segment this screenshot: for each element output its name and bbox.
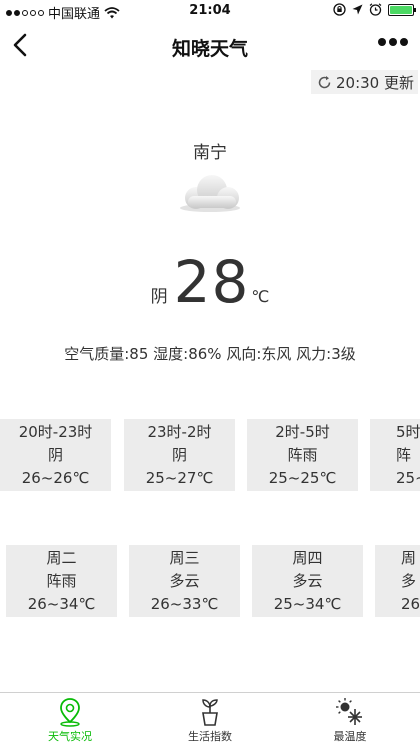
- current-condition: 阴: [150, 287, 168, 307]
- daily-range: 26: [401, 595, 420, 613]
- daily-card: 周三 多云 26~33℃: [129, 545, 240, 617]
- hourly-condition: 阵雨: [287, 446, 318, 464]
- hourly-time: 20时-23时: [18, 423, 93, 441]
- daily-day: 周四: [292, 549, 323, 567]
- nav-bar: 知晓天气: [0, 22, 420, 68]
- tab-label: 最温度: [333, 730, 367, 743]
- daily-forecast[interactable]: 周二 阵雨 26~34℃ 周三 多云 26~33℃ 周四 多云 25~34℃ 周…: [0, 545, 420, 617]
- page-title: 知晓天气: [171, 38, 248, 60]
- weather-details: 空气质量:85 湿度:86% 风向:东风 风力:3级: [64, 345, 356, 363]
- daily-card: 周四 多云 25~34℃: [252, 545, 363, 617]
- hourly-card: 5时 阵 25~: [370, 419, 420, 491]
- location-pin-icon: [60, 698, 80, 727]
- update-time-label: 20:30 更新: [336, 73, 414, 92]
- temperature-value: 28: [173, 248, 250, 316]
- tab-bar: 天气实况 生活指数 最温度: [0, 692, 420, 747]
- hourly-time: 23时-2时: [147, 423, 212, 441]
- rotation-lock-icon: [333, 3, 346, 16]
- daily-day: 周: [401, 549, 417, 567]
- plant-pot-icon: [202, 699, 218, 726]
- battery-icon: [388, 3, 416, 16]
- hourly-card: 2时-5时 阵雨 25~25℃: [247, 419, 358, 491]
- tab-temperature[interactable]: 最温度: [280, 693, 420, 747]
- hourly-range: 25~: [396, 469, 420, 487]
- daily-condition: 阵雨: [46, 572, 77, 590]
- daily-range: 25~34℃: [273, 595, 342, 613]
- hourly-range: 25~25℃: [268, 469, 337, 487]
- cloud-icon: [180, 175, 240, 212]
- temperature-unit: ℃: [251, 287, 270, 306]
- status-right: [333, 3, 416, 16]
- tab-life-index[interactable]: 生活指数: [140, 693, 280, 747]
- refresh-icon: [318, 75, 331, 88]
- hourly-range: 26~26℃: [21, 469, 90, 487]
- daily-condition: 多云: [169, 572, 200, 590]
- daily-range: 26~34℃: [27, 595, 96, 613]
- daily-card: 周 多 26: [375, 545, 420, 617]
- city-name: 南宁: [193, 143, 227, 163]
- tab-label: 天气实况: [48, 730, 92, 743]
- daily-range: 26~33℃: [150, 595, 219, 613]
- alarm-clock-icon: [369, 3, 382, 16]
- hourly-time: 5时: [396, 423, 420, 441]
- hourly-forecast[interactable]: 20时-23时 阴 26~26℃ 23时-2时 阴 25~27℃ 2时-5时 阵…: [0, 419, 420, 491]
- current-temperature: 阴 28 ℃: [0, 248, 420, 316]
- hourly-condition: 阵: [396, 446, 412, 464]
- hourly-condition: 阴: [47, 446, 63, 464]
- hourly-condition: 阴: [171, 446, 187, 464]
- location-arrow-icon: [352, 4, 363, 15]
- hourly-card: 20时-23时 阴 26~26℃: [0, 419, 111, 491]
- tab-weather-now[interactable]: 天气实况: [0, 693, 140, 747]
- daily-day: 周二: [46, 549, 77, 567]
- hourly-time: 2时-5时: [275, 423, 330, 441]
- daily-condition: 多: [401, 572, 417, 590]
- status-bar: 中国联通 21:04: [0, 0, 420, 22]
- sun-snowflake-icon: [336, 698, 362, 725]
- refresh-button[interactable]: 20:30 更新: [311, 70, 418, 94]
- daily-day: 周三: [169, 549, 200, 567]
- daily-card: 周二 阵雨 26~34℃: [6, 545, 117, 617]
- tab-label: 生活指数: [188, 730, 232, 743]
- more-options-icon[interactable]: [378, 38, 408, 46]
- daily-condition: 多云: [292, 572, 323, 590]
- hourly-card: 23时-2时 阴 25~27℃: [124, 419, 235, 491]
- hourly-range: 25~27℃: [145, 469, 214, 487]
